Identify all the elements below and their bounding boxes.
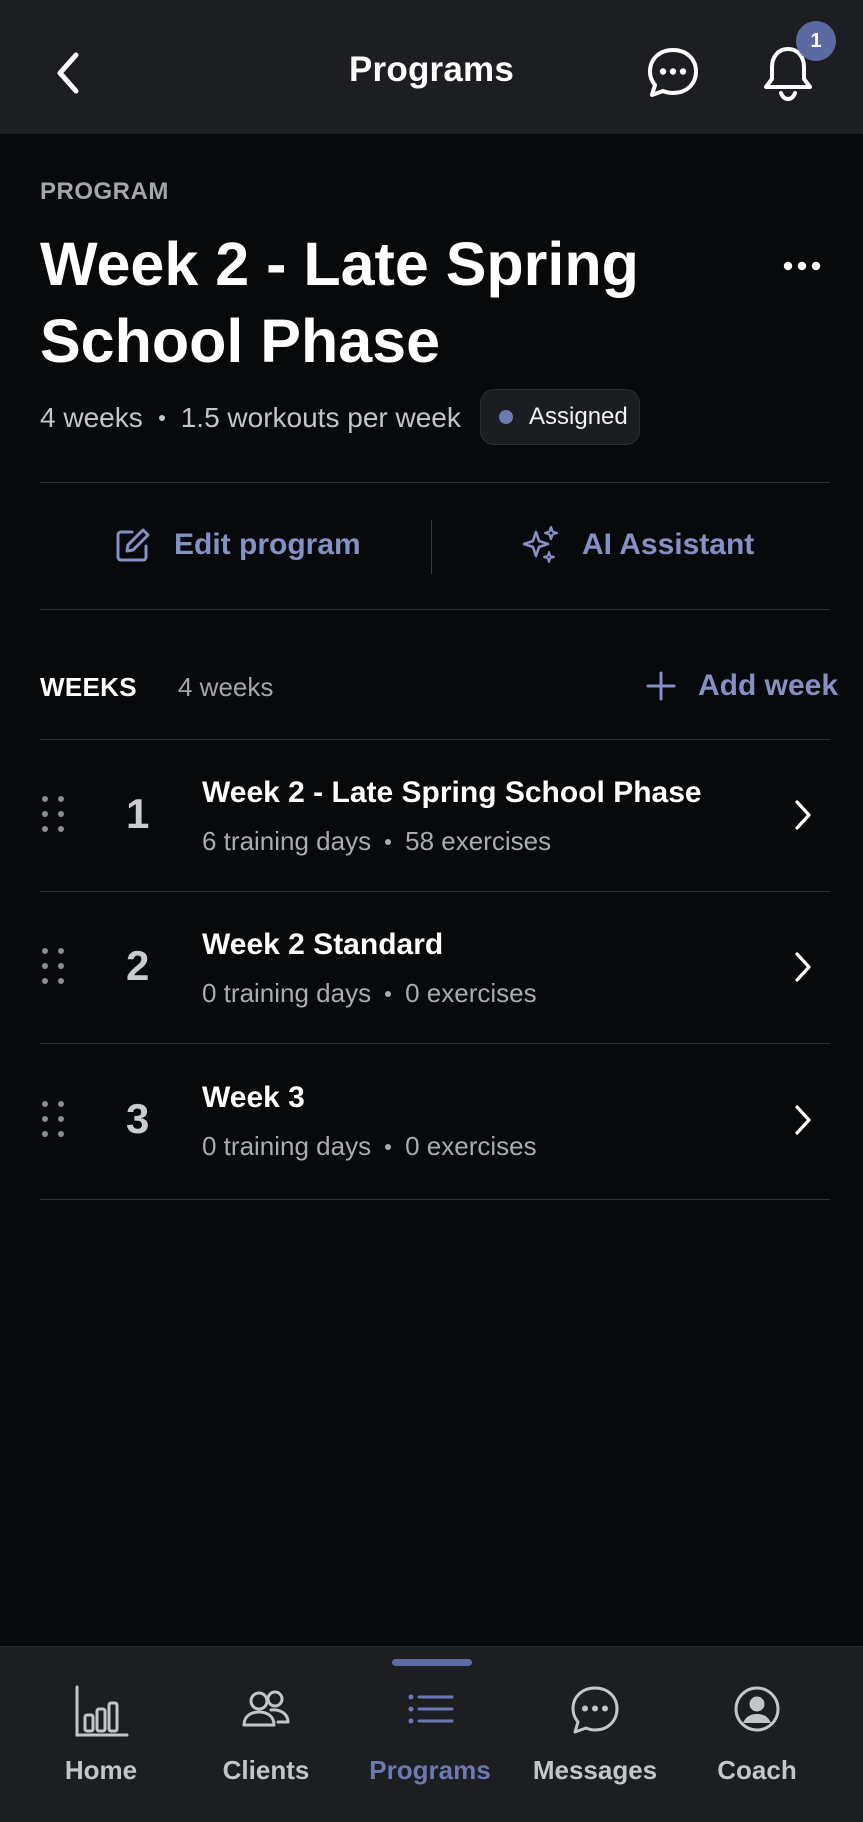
section-eyebrow: PROGRAM	[40, 178, 169, 205]
app-screen: Programs 1 PROGRAM Week 2 - Late Spring …	[0, 0, 863, 1822]
weeks-count: 4 weeks	[178, 672, 274, 702]
divider	[40, 1199, 830, 1200]
week-number: 1	[126, 790, 150, 837]
chevron-right-icon	[795, 1105, 811, 1135]
separator-dot	[158, 415, 165, 421]
separator-dot	[385, 1143, 392, 1150]
week-title: Week 3	[202, 1081, 305, 1114]
list-icon	[408, 1694, 454, 1724]
nav-item-home[interactable]: Home	[26, 1683, 176, 1793]
drag-handle-icon[interactable]	[40, 946, 66, 986]
program-weeks: 4 weeks	[40, 402, 143, 433]
nav-label: Home	[64, 1755, 138, 1785]
program-title: Week 2 - Late Spring School Phase	[40, 230, 639, 375]
chevron-right-icon	[795, 952, 811, 982]
action-separator	[431, 520, 432, 574]
users-icon	[242, 1690, 290, 1727]
week-row[interactable]: 1 Week 2 - Late Spring School Phase 6 tr…	[40, 740, 830, 892]
program-frequency: 1.5 workouts per week	[180, 402, 461, 433]
chat-button[interactable]	[645, 45, 701, 101]
separator-dot	[385, 990, 392, 997]
week-number: 3	[126, 1095, 150, 1142]
divider	[40, 1043, 830, 1044]
drag-handle-icon[interactable]	[40, 1099, 66, 1139]
weeks-section-label: WEEKS	[40, 672, 137, 702]
week-number: 2	[126, 942, 150, 989]
chevron-right-icon	[795, 800, 811, 830]
ai-assistant-button[interactable]: AI Assistant	[518, 510, 754, 580]
status-label: Assigned	[529, 403, 628, 430]
status-badge: Assigned	[480, 389, 640, 445]
edit-icon	[116, 528, 150, 562]
ai-assistant-label: AI Assistant	[582, 528, 755, 561]
edit-program-label: Edit program	[174, 528, 361, 561]
notification-badge: 1	[796, 21, 836, 61]
nav-item-programs[interactable]: Programs	[355, 1683, 505, 1793]
more-options-button[interactable]	[780, 252, 824, 280]
sparkles-icon	[522, 525, 559, 563]
bottom-navigation: Home Clients Programs Messages Coach	[0, 1646, 863, 1822]
week-exercises: 0 exercises	[405, 978, 537, 1008]
add-week-label: Add week	[698, 669, 839, 702]
divider	[40, 609, 830, 610]
week-days: 6 training days	[202, 826, 372, 856]
active-tab-indicator	[392, 1659, 472, 1666]
status-dot	[499, 410, 513, 424]
week-row[interactable]: 2 Week 2 Standard 0 training days 0 exer…	[40, 892, 830, 1044]
nav-item-messages[interactable]: Messages	[520, 1683, 670, 1793]
page-title: Programs	[349, 50, 514, 89]
separator-dot	[385, 838, 392, 845]
nav-item-clients[interactable]: Clients	[191, 1683, 341, 1793]
nav-label: Messages	[532, 1755, 658, 1785]
week-meta: 0 training days 0 exercises	[202, 978, 537, 1009]
chat-bubble-icon	[648, 48, 698, 97]
week-exercises: 0 exercises	[405, 1131, 537, 1161]
week-days: 0 training days	[202, 1131, 372, 1161]
drag-handle-icon[interactable]	[40, 794, 66, 834]
chat-bubble-icon	[571, 1686, 619, 1734]
bar-chart-icon	[75, 1685, 129, 1737]
edit-program-button[interactable]: Edit program	[114, 510, 361, 580]
week-title: Week 2 Standard	[202, 928, 444, 961]
week-meta: 6 training days 58 exercises	[202, 826, 551, 857]
top-bar: Programs 1	[0, 0, 863, 134]
nav-label: Coach	[717, 1755, 797, 1785]
nav-item-coach[interactable]: Coach	[682, 1683, 832, 1793]
more-horizontal-icon	[783, 261, 821, 271]
week-title: Week 2 - Late Spring School Phase	[202, 776, 702, 809]
divider	[40, 482, 830, 483]
nav-label: Programs	[369, 1755, 491, 1785]
program-meta: 4 weeks 1.5 workouts per week	[40, 402, 461, 434]
week-meta: 0 training days 0 exercises	[202, 1131, 537, 1162]
week-days: 0 training days	[202, 978, 372, 1008]
week-exercises: 58 exercises	[405, 826, 552, 856]
user-circle-icon	[734, 1686, 780, 1732]
week-row[interactable]: 3 Week 3 0 training days 0 exercises	[40, 1045, 830, 1197]
add-week-button[interactable]: Add week	[646, 664, 838, 708]
plus-icon	[646, 671, 676, 701]
nav-label: Clients	[222, 1755, 310, 1785]
